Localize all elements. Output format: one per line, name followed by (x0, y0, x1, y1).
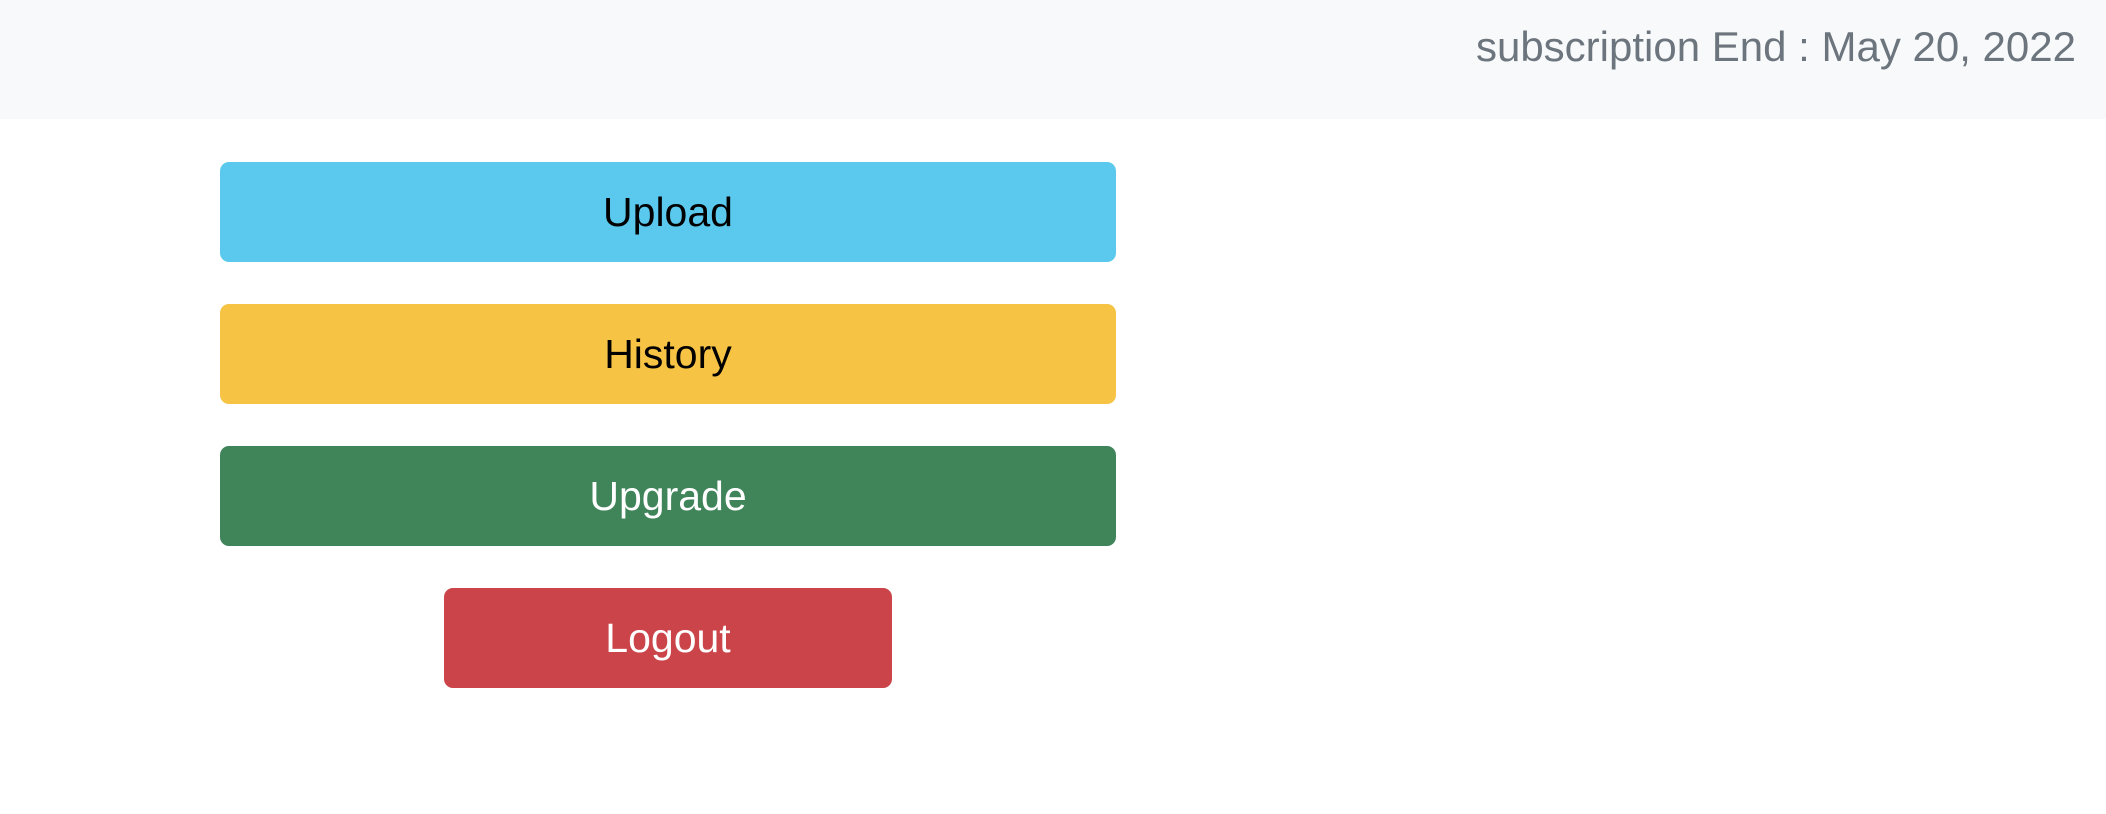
top-bar: subscription End : May 20, 2022 (0, 0, 2106, 119)
history-button[interactable]: History (220, 304, 1116, 404)
upgrade-button[interactable]: Upgrade (220, 446, 1116, 546)
logout-button[interactable]: Logout (444, 588, 892, 688)
subscription-end-text: subscription End : May 20, 2022 (1475, 23, 2076, 70)
upload-button[interactable]: Upload (220, 162, 1116, 262)
